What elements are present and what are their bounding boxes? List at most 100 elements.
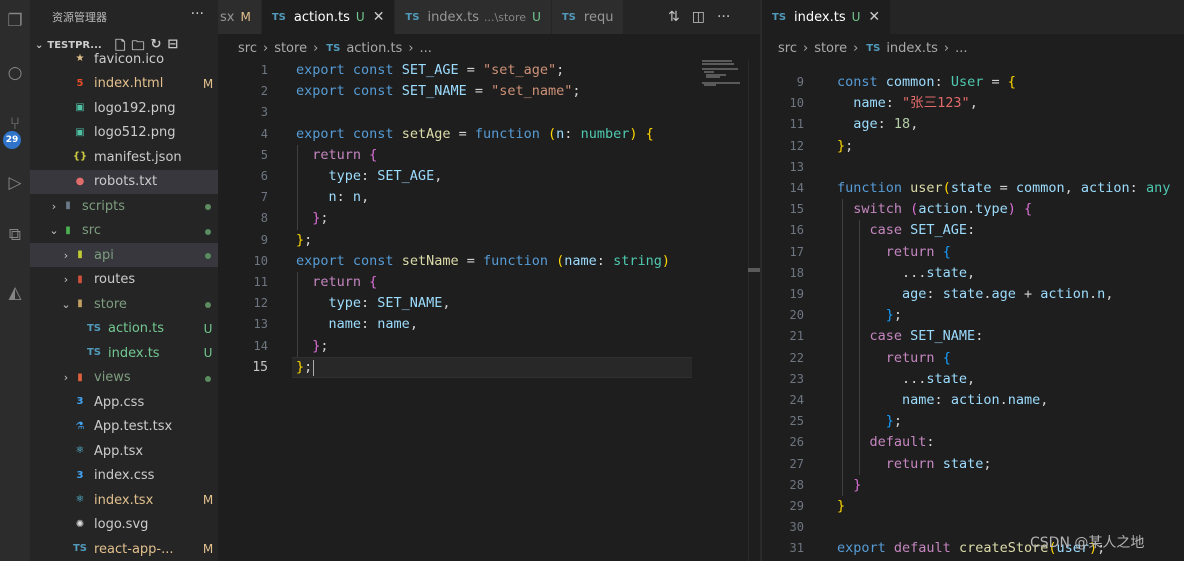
- line-number: 31: [789, 541, 804, 556]
- code-line[interactable]: };: [837, 411, 902, 432]
- tree-item[interactable]: ⌄ ▮ src: [30, 219, 218, 243]
- code-line[interactable]: ...state,: [837, 263, 975, 284]
- tab-index-ts[interactable]: TS index.ts U ✕: [762, 0, 892, 34]
- tab-action-ts[interactable]: TS action.ts U ✕: [261, 0, 396, 34]
- file-type-icon: ▮: [65, 224, 71, 236]
- code-line[interactable]: case SET_NAME:: [837, 326, 984, 347]
- code-line[interactable]: function user(state = common, action: an…: [837, 178, 1170, 199]
- code-line[interactable]: export const SET_NAME = "set_name";: [296, 81, 581, 102]
- code-line[interactable]: default:: [837, 432, 935, 453]
- code-token: User: [950, 74, 984, 90]
- chevron-right-icon[interactable]: ›: [48, 200, 60, 213]
- code-line[interactable]: age: state.age + action.n,: [837, 284, 1113, 305]
- minimap[interactable]: [700, 60, 746, 90]
- code-line[interactable]: };: [837, 136, 853, 157]
- code-token: state: [942, 455, 984, 472]
- code-line[interactable]: };: [296, 230, 312, 251]
- code-line[interactable]: name: "张三123",: [837, 93, 978, 114]
- code-token: return: [885, 243, 943, 260]
- tree-item[interactable]: ▣ logo512.png: [30, 121, 218, 145]
- file-type-icon: ●: [75, 175, 85, 187]
- code-line[interactable]: export const setName = function (name: s…: [296, 251, 670, 272]
- code-token: setAge: [401, 125, 451, 142]
- tree-item[interactable]: 5 index.html M: [30, 72, 218, 96]
- tab-requ[interactable]: TS requ: [551, 0, 625, 34]
- code-line[interactable]: type: SET_NAME,: [296, 293, 451, 314]
- tree-item[interactable]: ⚛ App.tsx: [30, 439, 218, 463]
- code-line[interactable]: export const setAge = function (n: numbe…: [296, 124, 654, 145]
- code-line[interactable]: return {: [296, 272, 377, 293]
- code-line[interactable]: ...state,: [837, 369, 975, 390]
- compare-changes-icon[interactable]: ⇅: [668, 9, 680, 25]
- run-debug-icon[interactable]: ▷: [4, 172, 26, 194]
- code-line[interactable]: };: [296, 208, 328, 229]
- crumb-file[interactable]: action.ts: [346, 41, 402, 56]
- code-line[interactable]: return {: [837, 242, 951, 263]
- code-line[interactable]: return state;: [837, 454, 992, 475]
- tree-item[interactable]: TS react-app-... M: [30, 537, 218, 561]
- tree-item[interactable]: › ▮ scripts: [30, 194, 218, 218]
- vertical-scrollbar[interactable]: [748, 60, 760, 561]
- code-line[interactable]: switch (action.type) {: [837, 199, 1032, 220]
- code-line[interactable]: }: [837, 496, 845, 517]
- chevron-right-icon[interactable]: ›: [60, 249, 72, 262]
- tree-item[interactable]: ⚗ App.test.tsx: [30, 415, 218, 439]
- tree-item[interactable]: {} manifest.json: [30, 145, 218, 169]
- tree-item[interactable]: ⚛ index.tsx M: [30, 488, 218, 512]
- code-line[interactable]: };: [296, 357, 312, 378]
- tree-item[interactable]: TS index.ts U: [30, 341, 218, 365]
- close-icon[interactable]: ✕: [373, 9, 385, 25]
- tree-item[interactable]: 3 App.css: [30, 390, 218, 414]
- tree-item[interactable]: ★ favicon.ico: [30, 47, 218, 71]
- code-line[interactable]: case SET_AGE:: [837, 220, 976, 241]
- code-line[interactable]: name: action.name,: [837, 390, 1048, 411]
- code-token: return: [312, 146, 370, 163]
- chevron-down-icon[interactable]: ⌄: [48, 224, 60, 237]
- chevron-right-icon[interactable]: ›: [60, 273, 72, 286]
- code-line[interactable]: };: [837, 305, 902, 326]
- tree-item[interactable]: TS action.ts U: [30, 317, 218, 341]
- right-code-editor[interactable]: 9 10 11 12 13 14 15 16 17 18 19 20 21 22 23 24 25 26 27 28 2…: [762, 72, 1184, 561]
- docker-icon[interactable]: ◭: [4, 282, 26, 304]
- code-line[interactable]: return {: [296, 145, 377, 166]
- tab-sx[interactable]: sx M: [218, 0, 262, 34]
- more-actions-icon[interactable]: ···: [191, 6, 204, 22]
- tree-item[interactable]: › ▮ routes: [30, 268, 218, 292]
- crumb-tail[interactable]: ...: [420, 41, 432, 56]
- code-token: {: [942, 349, 951, 366]
- search-icon[interactable]: ○: [4, 62, 26, 84]
- code-line[interactable]: name: name,: [296, 314, 418, 335]
- crumb-store[interactable]: store: [814, 41, 847, 56]
- crumb-file[interactable]: index.ts: [886, 41, 938, 56]
- code-line[interactable]: export const SET_AGE = "set_age";: [296, 60, 564, 81]
- code-line[interactable]: };: [296, 336, 328, 357]
- explorer-icon[interactable]: ❐: [4, 10, 26, 32]
- tree-item[interactable]: ● robots.txt: [30, 169, 218, 194]
- tree-item[interactable]: ⌄ ▮ store: [30, 292, 218, 316]
- crumb-store[interactable]: store: [274, 41, 307, 56]
- code-line[interactable]: return {: [837, 348, 951, 369]
- close-icon[interactable]: ✕: [868, 9, 880, 25]
- crumb-src[interactable]: src: [238, 41, 257, 56]
- tree-item[interactable]: › ▮ api: [30, 243, 218, 267]
- tree-item[interactable]: 3 index.css: [30, 464, 218, 488]
- code-line[interactable]: n: n,: [296, 187, 370, 208]
- chevron-right-icon[interactable]: ›: [60, 371, 72, 384]
- scrollbar-thumb[interactable]: [748, 268, 760, 272]
- more-icon[interactable]: ···: [717, 9, 730, 25]
- code-line[interactable]: type: SET_AGE,: [296, 166, 443, 187]
- tree-item[interactable]: ▣ logo192.png: [30, 96, 218, 120]
- crumb-src[interactable]: src: [778, 41, 797, 56]
- tree-item[interactable]: › ▮ views: [30, 366, 218, 390]
- crumb-tail[interactable]: ...: [955, 41, 967, 56]
- tree-item[interactable]: ✺ logo.svg: [30, 513, 218, 537]
- tab-index-ts[interactable]: TS index.ts ...\store U: [395, 0, 552, 34]
- split-editor-icon[interactable]: ◫: [692, 9, 705, 25]
- chevron-down-icon[interactable]: ⌄: [60, 298, 72, 311]
- left-code-editor[interactable]: 1 2 3 4 5 6 7 8 9 10 11 12 13 14 15 export const SET_AG…: [218, 60, 748, 561]
- code-line[interactable]: }: [837, 475, 861, 496]
- code-token: {: [369, 146, 378, 163]
- extensions-icon[interactable]: ⧉: [4, 224, 26, 246]
- code-line[interactable]: const common: User = {: [837, 72, 1016, 93]
- code-line[interactable]: age: 18,: [837, 114, 918, 135]
